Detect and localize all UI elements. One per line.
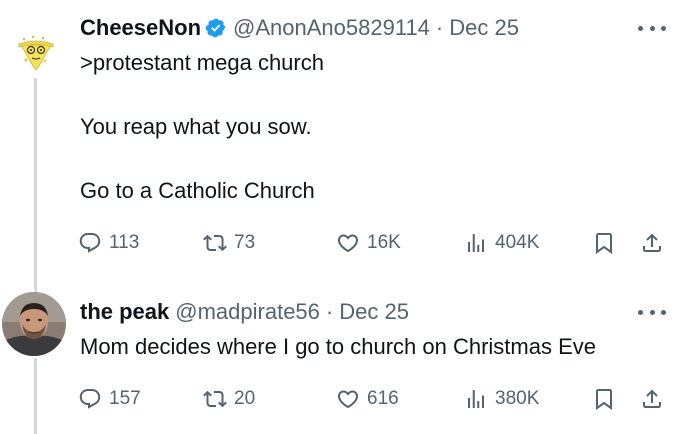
like-button[interactable]: 616 — [336, 384, 399, 414]
action-bar: 113 73 16K 404K — [78, 228, 668, 258]
views-icon — [468, 234, 484, 252]
like-button[interactable]: 16K — [336, 228, 401, 258]
handle[interactable]: @AnonAno5829114 — [233, 14, 430, 42]
thread-line — [34, 78, 37, 292]
tweet-header: CheeseNon @AnonAno5829114 · Dec 25 — [80, 14, 519, 42]
more-icon[interactable] — [638, 18, 666, 38]
repost-icon — [203, 390, 227, 408]
reply-count: 157 — [109, 388, 141, 409]
bookmark-button[interactable] — [592, 228, 616, 258]
bookmark-icon — [596, 389, 612, 410]
bookmark-button[interactable] — [592, 384, 616, 414]
share-icon — [643, 233, 661, 252]
reply-icon — [79, 233, 101, 253]
separator-dot: · — [325, 299, 334, 324]
repost-icon — [203, 234, 227, 252]
views-icon — [468, 390, 484, 408]
action-bar: 157 20 616 380K — [78, 384, 668, 414]
reply-icon — [79, 389, 101, 409]
reply-button[interactable]: 157 — [78, 384, 141, 414]
like-count: 616 — [367, 388, 399, 409]
share-button[interactable] — [640, 384, 664, 414]
cheese-face-avatar[interactable] — [12, 30, 60, 78]
tweet-text-line: You reap what you sow. — [80, 114, 312, 139]
repost-count: 20 — [234, 388, 256, 409]
timestamp[interactable]: Dec 25 — [339, 298, 409, 326]
views-count: 380K — [495, 388, 540, 409]
like-icon — [337, 390, 359, 409]
tweet-text-line: Mom decides where I go to church on Chri… — [80, 334, 597, 359]
user-photo-avatar[interactable] — [2, 292, 66, 356]
views-button[interactable]: 404K — [464, 228, 539, 258]
repost-button[interactable]: 20 — [203, 384, 255, 414]
thread-line — [34, 358, 37, 434]
repost-count: 73 — [234, 232, 256, 253]
repost-button[interactable]: 73 — [203, 228, 255, 258]
reply-count: 113 — [109, 232, 140, 253]
share-icon — [643, 389, 661, 408]
tweet-header: the peak @madpirate56 · Dec 25 — [80, 298, 409, 326]
views-button[interactable]: 380K — [464, 384, 539, 414]
display-name[interactable]: the peak — [80, 298, 169, 326]
handle[interactable]: @madpirate56 — [175, 298, 320, 326]
verified-badge-icon — [205, 17, 227, 39]
display-name[interactable]: CheeseNon — [80, 14, 201, 42]
reply-button[interactable]: 113 — [78, 228, 139, 258]
like-count: 16K — [367, 232, 401, 253]
bookmark-icon — [596, 233, 612, 254]
separator-dot: · — [435, 15, 444, 40]
views-count: 404K — [495, 232, 540, 253]
like-icon — [337, 234, 359, 253]
tweet-the-peak[interactable]: the peak @madpirate56 · Dec 25 Mom decid… — [0, 292, 690, 434]
more-icon[interactable] — [638, 302, 666, 322]
share-button[interactable] — [640, 228, 664, 258]
tweet-text-line: >protestant mega church — [80, 50, 324, 75]
tweet-cheesenon[interactable]: CheeseNon @AnonAno5829114 · Dec 25 >prot… — [0, 0, 690, 292]
timestamp[interactable]: Dec 25 — [449, 14, 519, 42]
tweet-text-line: Go to a Catholic Church — [80, 178, 315, 203]
